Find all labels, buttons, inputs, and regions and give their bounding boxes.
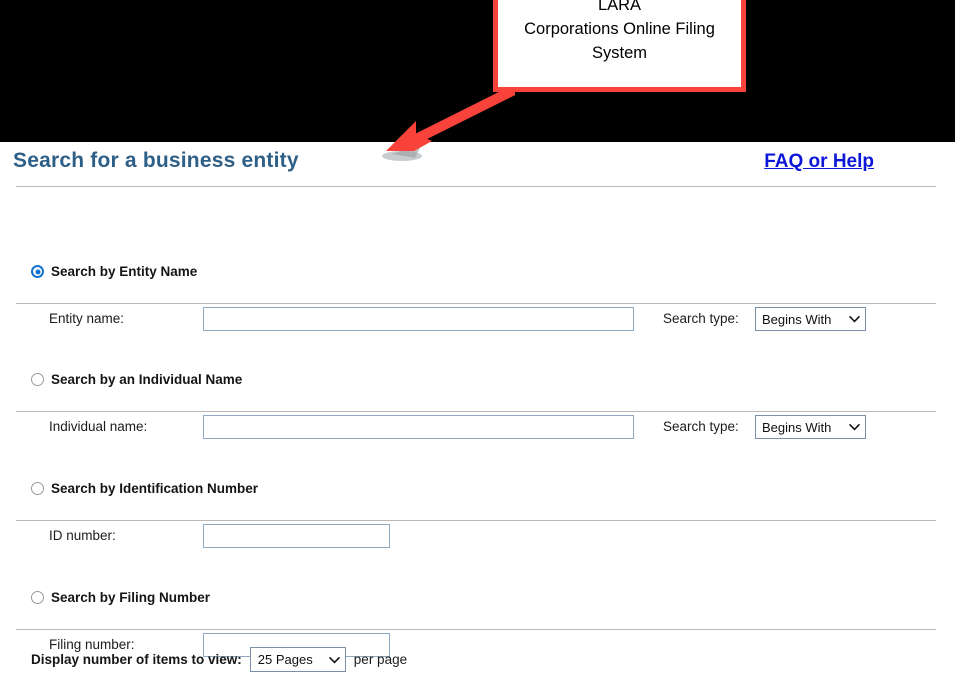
chevron-down-icon xyxy=(849,423,860,431)
divider-3 xyxy=(16,520,936,521)
display-options-row: Display number of items to view: 25 Page… xyxy=(31,647,407,672)
chevron-down-icon xyxy=(328,656,340,664)
display-options-label: Display number of items to view: xyxy=(31,652,242,667)
label-search-type-individual: Search type: xyxy=(663,419,739,434)
radio-row-entity-name[interactable]: Search by Entity Name xyxy=(31,264,197,279)
divider-4 xyxy=(16,629,936,630)
radio-label-identification-number: Search by Identification Number xyxy=(51,481,259,496)
radio-label-filing-number: Search by Filing Number xyxy=(51,590,211,605)
radio-search-by-entity-name[interactable] xyxy=(31,265,44,278)
select-value-search-type-entity: Begins With xyxy=(762,311,832,327)
page-header: Search for a business entity FAQ or Help xyxy=(0,142,955,188)
select-items-per-page[interactable]: 25 Pages xyxy=(249,647,346,672)
radio-search-by-identification-number[interactable] xyxy=(31,482,44,495)
label-id-number: ID number: xyxy=(49,528,116,543)
callout-text: LARA Corporations Online Filing System xyxy=(524,0,715,62)
page-title: Search for a business entity xyxy=(13,149,299,172)
radio-label-entity-name: Search by Entity Name xyxy=(51,264,198,279)
lara-callout-box: LARA Corporations Online Filing System xyxy=(493,0,746,92)
label-individual-name: Individual name: xyxy=(49,419,148,434)
radio-search-by-filing-number[interactable] xyxy=(31,591,44,604)
radio-search-by-individual-name[interactable] xyxy=(31,373,44,386)
divider-1 xyxy=(16,303,936,304)
select-search-type-entity[interactable]: Begins With xyxy=(755,307,866,331)
select-value-search-type-individual: Begins With xyxy=(762,419,832,435)
radio-row-identification-number[interactable]: Search by Identification Number xyxy=(31,481,258,496)
search-content: Search for a business entity FAQ or Help… xyxy=(0,142,955,700)
radio-label-individual-name: Search by an Individual Name xyxy=(51,372,243,387)
input-id-number[interactable] xyxy=(203,524,390,548)
label-entity-name: Entity name: xyxy=(49,311,125,326)
site-banner: LARA Corporations Online Filing System xyxy=(0,0,955,161)
input-individual-name[interactable] xyxy=(203,415,634,439)
select-value-items-per-page: 25 Pages xyxy=(257,652,313,667)
select-search-type-individual[interactable]: Begins With xyxy=(755,415,866,439)
chevron-down-icon xyxy=(849,315,860,323)
radio-row-filing-number[interactable]: Search by Filing Number xyxy=(31,590,210,605)
divider-header xyxy=(16,186,936,187)
label-search-type-entity: Search type: xyxy=(663,311,739,326)
lara-business-entity-search-page: LARA Corporations Online Filing System S… xyxy=(0,0,955,700)
radio-row-individual-name[interactable]: Search by an Individual Name xyxy=(31,372,242,387)
per-page-suffix: per page xyxy=(353,652,408,667)
divider-2 xyxy=(16,411,936,412)
input-entity-name[interactable] xyxy=(203,307,634,331)
faq-or-help-link[interactable]: FAQ or Help xyxy=(764,151,874,173)
